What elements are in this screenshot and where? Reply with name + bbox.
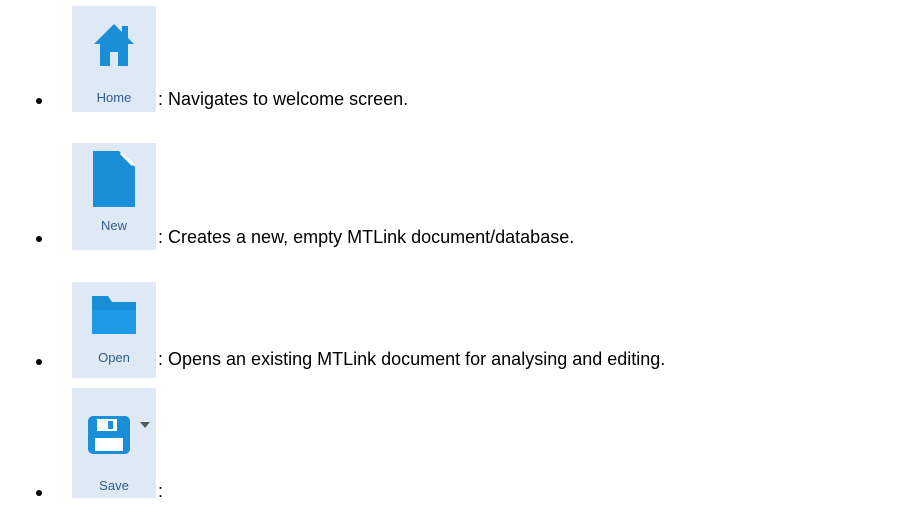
home-button[interactable]: Home [72, 6, 156, 112]
save-button[interactable]: Save [72, 388, 156, 498]
new-label: New [100, 218, 127, 233]
list-item-open: Open : Opens an existing MTLink document… [0, 271, 906, 399]
bullet [36, 490, 42, 496]
new-button[interactable]: New [72, 143, 156, 250]
home-label: Home [96, 90, 132, 105]
new-description: : Creates a new, empty MTLink document/d… [158, 227, 575, 247]
list-item-new: New : Creates a new, empty MTLink docume… [0, 138, 906, 266]
save-label: Save [99, 478, 129, 493]
open-button[interactable]: Open [72, 282, 156, 378]
new-document-icon [93, 151, 135, 207]
home-icon [94, 24, 134, 66]
list-item-save: Save : [0, 386, 906, 514]
open-folder-icon [92, 296, 136, 334]
list-item-home: Home : Navigates to welcome screen. [0, 0, 906, 128]
save-description: : [158, 481, 164, 501]
open-label: Open [98, 350, 130, 365]
bullet [36, 236, 42, 242]
chevron-down-icon[interactable] [140, 422, 150, 428]
save-disk-icon [88, 416, 130, 454]
home-description: : Navigates to welcome screen. [158, 89, 409, 109]
bullet [36, 98, 42, 104]
bullet [36, 359, 42, 365]
open-description: : Opens an existing MTLink document for … [158, 349, 666, 369]
